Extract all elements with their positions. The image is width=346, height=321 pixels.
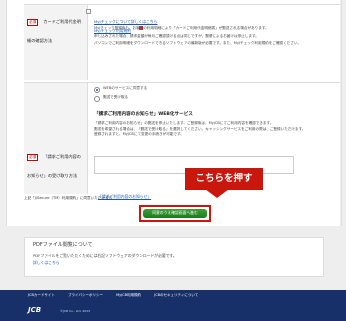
myj-check-checkbox[interactable] xyxy=(86,9,91,14)
row-statement-method: 必須 カードご利用代金明細の確認方法 MyJチェックについて詳しくはこちら My… xyxy=(24,4,340,80)
note-text: MyJチェック登録後も、お客様の利用明細により「カードご利用代金明細書」が郵送さ… xyxy=(94,26,269,30)
footer-links: JCBカードサイト プライバシーポリシー MyJCB利用規約 JCBのセキュリテ… xyxy=(28,293,210,298)
submit-highlight: 同意のうえ確認画面へ進む xyxy=(139,205,211,222)
pdf-details-link[interactable]: 詳しくはこちら xyxy=(33,260,60,266)
row-label: 必須 「請求ご利用内容のお知らせ」の受け取り方法 xyxy=(24,83,88,194)
radio-label: 郵送で受け取る xyxy=(103,95,129,99)
required-badge: 必須 xyxy=(27,154,39,161)
row-label: 必須 カードご利用代金明細の確認方法 xyxy=(24,5,88,80)
agree-submit-button[interactable]: 同意のうえ確認画面へ進む xyxy=(143,209,207,218)
myj-check-info-link[interactable]: MyJチェックについて詳しくはこちら xyxy=(94,19,157,24)
callout-press-here: こちらを押す xyxy=(185,168,263,190)
radio-label: WEBのサービスに同意する xyxy=(103,86,148,90)
body-text: 登録されますと、MyJCBにて変更の手続きが可能です。 xyxy=(94,132,184,137)
footer-link[interactable]: JCBのセキュリティについて xyxy=(154,293,198,297)
jcb-logo: JCB xyxy=(28,306,42,314)
pdf-description: PDFファイルをご覧いただくためには右記ソフトウェアのダウンロードが必要です。 xyxy=(33,253,177,258)
callout-arrow xyxy=(205,189,229,198)
section-title: 「請求ご利用内容のお知らせ」WEB化サービス xyxy=(94,112,193,117)
agreement-text: 上記「J/Secure（TM）利用規約」に同意いただける方 xyxy=(24,196,113,200)
pdf-title: PDFファイル閲覧について xyxy=(33,242,93,248)
row-content: MyJチェックについて詳しくはこちら MyJチェック利用規約 MyJチェック登録… xyxy=(86,8,334,47)
footer-link[interactable]: プライバシーポリシー xyxy=(68,293,103,297)
note-text: パソコンでご利用明細をダウンロードできるソフトウェアの最新版が必要です。また、M… xyxy=(94,41,302,46)
footer-link[interactable]: MyJCB利用規約 xyxy=(116,293,141,297)
pdf-section: PDFファイル閲覧について PDFファイルをご覧いただくためには右記ソフトウェア… xyxy=(24,237,324,277)
page-content: 必須 カードご利用代金明細の確認方法 MyJチェックについて詳しくはこちら My… xyxy=(0,0,346,290)
required-badge: 必須 xyxy=(27,19,39,26)
footer: JCBカードサイト プライバシーポリシー MyJCB利用規約 JCBのセキュリテ… xyxy=(0,290,346,321)
radio-mail[interactable] xyxy=(94,96,100,102)
note-text: 申し込みされた場合、請求金額が毎月ご確認頂ける点は同じですが、郵便によるお届けは… xyxy=(94,33,259,38)
row-receipt-method: 必須 「請求ご利用内容のお知らせ」の受け取り方法 WEBのサービスに同意する 郵… xyxy=(24,82,340,199)
footer-link[interactable]: JCBカードサイト xyxy=(28,293,55,297)
radio-web-agree[interactable] xyxy=(94,87,100,93)
copyright: ©JCB Co., Ltd. 2024 xyxy=(60,309,91,313)
